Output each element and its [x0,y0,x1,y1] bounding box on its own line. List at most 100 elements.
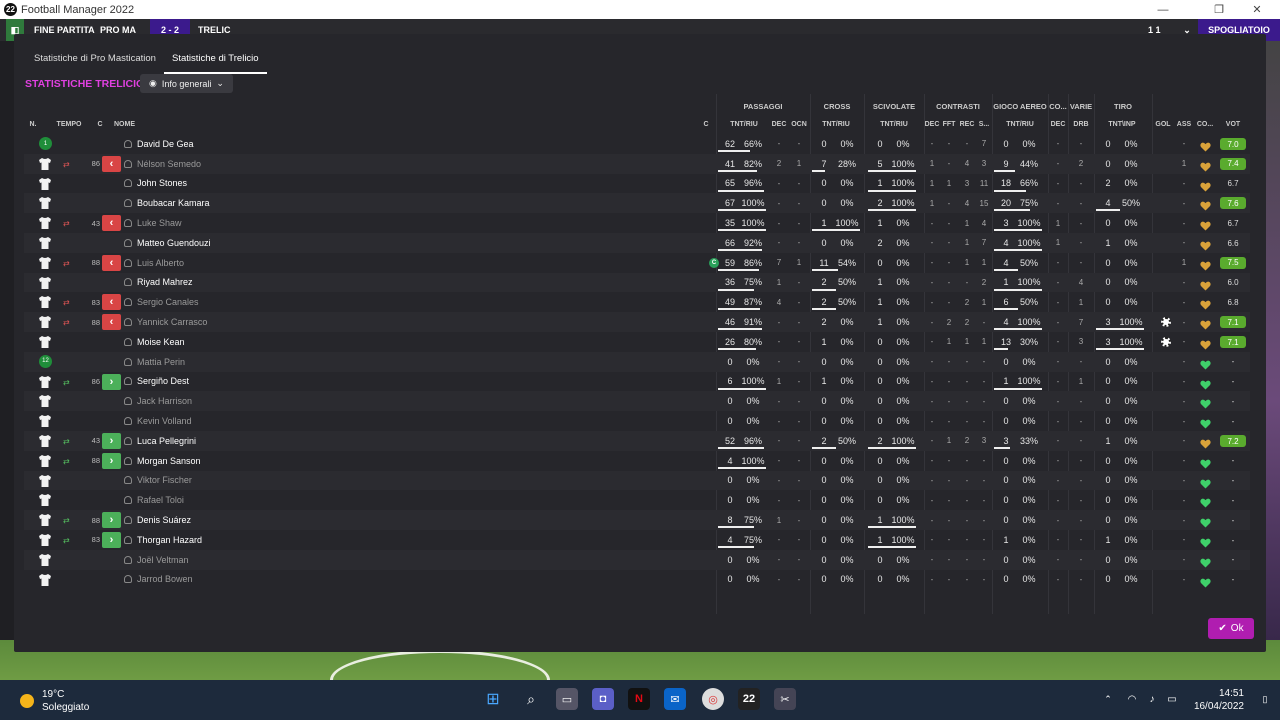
col-tiro-tnt[interactable]: TNT\INP [1102,121,1142,128]
col-ass[interactable]: ASS [1174,121,1194,128]
col-pass-dec[interactable]: DEC [770,121,788,128]
close-icon[interactable]: ✕ [1234,0,1280,19]
player-name[interactable]: Mattia Perin [124,352,185,372]
col-cross-tnt[interactable]: TNT/RIU [816,121,856,128]
teams-chat-icon[interactable]: ◘ [592,688,614,710]
player-name[interactable]: Matteo Guendouzi [124,233,211,253]
task-view-icon[interactable]: ▭ [556,688,578,710]
player-name[interactable]: Sergiño Dest [124,372,189,392]
contrasti-fft: 1 [946,337,952,347]
table-row[interactable]: ⇄ 88 ‹ Yannick Carrasco 46 91% - -2 0% 1 0% -2 2-4 10… [24,312,1250,332]
windows-start-icon[interactable]: ⊞ [482,688,504,710]
col-con-fft[interactable]: FFT [941,121,957,128]
col-con-dec[interactable]: DEC [924,121,940,128]
player-name[interactable]: Joël Veltman [124,550,189,570]
table-row[interactable]: Kevin Volland 0 0% - - 0 0% 0 0% - - - - 0 0% - - 0 0% - - [24,411,1250,431]
wifi-icon[interactable]: ◠ [1124,688,1140,710]
minutes-played: 88 [91,515,100,525]
col-aereo-tnt[interactable]: TNT/RIU [1000,121,1040,128]
table-row[interactable]: John Stones 65 96% - -0 0% 1 100% 1 1 3 11 18 66% - -2 0… [24,174,1250,194]
table-row[interactable]: Jarrod Bowen 0 0% - - 0 0% 0 0% - - - - 0 0% - - 0 0% - - [24,570,1250,590]
table-row[interactable]: 12 Mattia Perin 0 0% - - 0 0% 0 0% - - - - 0 0% - - 0 0% - - [24,351,1250,372]
col-con-s[interactable]: S... [976,121,992,128]
player-name[interactable]: Viktor Fischer [124,471,192,491]
chrome-icon[interactable]: ◎ [702,688,724,710]
player-name[interactable]: Jack Harrison [124,391,192,411]
player-name[interactable]: Moise Kean [124,332,185,352]
stat-attempts: 0 [727,396,733,407]
table-row[interactable]: Joël Veltman 0 0% - - 0 0% 0 0% - - - - 0 0% - - 0 0% - - [24,549,1250,570]
player-name[interactable]: Riyad Mahrez [124,273,193,293]
table-row[interactable]: ⇄ 83 › Thorgan Hazard 4 75% - -0 0% 1 100% - - - -1 0% -… [24,530,1250,550]
search-icon[interactable]: ⌕ [520,688,542,710]
player-name[interactable]: Thorgan Hazard [124,530,202,550]
view-selector-button[interactable]: ◉ Info generali ⌄ [140,74,233,93]
col-sciv-tnt[interactable]: TNT/RIU [874,121,914,128]
player-name[interactable]: Luis Alberto [124,253,184,273]
table-row[interactable]: ⇄ 88 › Denis Suárez 8 75% 1-0 0% 1 100% - - - -0 0% - -0… [24,510,1250,530]
volume-icon[interactable]: ♪ [1144,688,1160,710]
table-row[interactable]: ⇄ 43 › Luca Pellegrini 52 96% - -2 50% 2 100% -1 2 3 3… [24,431,1250,451]
football-manager-icon[interactable]: 22 [738,688,760,710]
table-row[interactable]: Jack Harrison 0 0% - - 0 0% 0 0% - - - - 0 0% - - 0 0% - - [24,391,1250,412]
player-name[interactable]: Luca Pellegrini [124,431,196,451]
col-tempo[interactable]: TEMPO [54,121,84,128]
player-name[interactable]: Luke Shaw [124,213,182,233]
stat-percent: 0% [840,376,854,387]
player-name[interactable]: John Stones [124,174,187,194]
player-name[interactable]: Kevin Volland [124,411,192,431]
table-row[interactable]: ⇄ 86 › Sergiño Dest 6 100% 1-1 0% 0 0% - - - -1 100% -1… [24,372,1250,392]
weather-widget[interactable]: 19°C Soleggiato [20,688,89,714]
stat-percent: 0% [840,198,854,209]
table-row[interactable]: Boubacar Kamara 67 100% - -0 0% 2 100% 1-4 15 20 75… [24,193,1250,214]
table-row[interactable]: Riyad Mahrez 36 75% 1-2 50% 1 0% - - -2 1 100% -4 0 0%… [24,272,1250,293]
player-name[interactable]: Rafael Toloi [124,490,184,510]
table-row[interactable]: ⇄ 88 › Morgan Sanson 4 100% - -0 0% 0 0% - - - -0 0% - -0… [24,451,1250,471]
player-name[interactable]: Jarrod Bowen [124,570,193,590]
chevron-up-icon[interactable]: ⌃ [1100,688,1116,710]
stat-percent: 0% [1124,554,1138,565]
col-co-dec[interactable]: DEC [1048,121,1068,128]
table-row[interactable]: 1 David De Gea 62 66% - -0 0% 0 0% - - -7 0 0% - -0 0% -7… [24,134,1250,154]
player-name[interactable]: Boubacar Kamara [124,193,210,213]
table-row[interactable]: ⇄ 83 ‹ Sergio Canales 49 87% 4-2 50% 1 0% - -2 1 6 50%… [24,292,1250,312]
col-co[interactable]: CO... [1194,121,1216,128]
battery-icon[interactable]: ▭ [1164,688,1180,710]
mail-icon[interactable]: ✉ [664,688,686,710]
player-name[interactable]: Nélson Semedo [124,154,201,174]
table-row[interactable]: Moise Kean 26 80% - -1 0% 0 0% -1 1 1 13 30% -3 3 100% -… [24,332,1250,352]
col-n[interactable]: N. [26,121,40,128]
col-vot[interactable]: VOT [1220,121,1246,128]
ok-button[interactable]: ✔ Ok [1208,618,1254,639]
col-pass-ocn[interactable]: OCN [788,121,810,128]
table-row[interactable]: Viktor Fischer 0 0% - - 0 0% 0 0% - - - - 0 0% - - 0 0% - - [24,470,1250,491]
snipping-tool-icon[interactable]: ✂ [774,688,796,710]
col-nome[interactable]: NOME [114,121,144,128]
contrasti-fft: - [947,535,951,545]
col-c2[interactable]: C [700,121,712,128]
player-name[interactable]: Morgan Sanson [124,451,201,471]
table-row[interactable]: ⇄ 88 ‹ Luis Alberto C 59 86% 7 1 11 54% 0 0% - -1 1 4 50%… [24,253,1250,273]
table-row[interactable]: Rafael Toloi 0 0% - - 0 0% 0 0% - - - - 0 0% - - 0 0% - - [24,490,1250,510]
tab-trelicio[interactable]: Statistiche di Trelicio [163,48,267,74]
col-gol[interactable]: GOL [1152,121,1174,128]
tab-pro-mastication[interactable]: Statistiche di Pro Mastication [26,48,164,74]
pass-bar [718,348,757,350]
player-name[interactable]: Sergio Canales [124,292,199,312]
col-varie-drb[interactable]: DRB [1068,121,1094,128]
stat-attempts: 1 [877,277,883,288]
table-row[interactable]: Matteo Guendouzi 66 92% - -0 0% 2 0% - -1 7 4 100% 1-… [24,233,1250,253]
player-name[interactable]: Yannick Carrasco [124,312,207,332]
table-row[interactable]: ⇄ 43 ‹ Luke Shaw 35 100% - -1 100% 1 0% - -1 4 3 100% 1-… [24,213,1250,233]
col-c[interactable]: C [94,121,106,128]
col-pass-tnt[interactable]: TNT/RIU [724,121,764,128]
netflix-icon[interactable]: N [628,688,650,710]
player-name[interactable]: Denis Suárez [124,510,191,530]
player-name[interactable]: David De Gea [124,134,194,154]
notification-icon[interactable]: ▯ [1258,688,1272,710]
minimize-icon[interactable]: — [1140,0,1186,19]
col-con-rec[interactable]: REC [958,121,976,128]
table-row[interactable]: ⇄ 86 ‹ Nélson Semedo 41 82% 2 1 7 28% 5 100% 1-4 3 9 44… [24,153,1250,174]
system-clock[interactable]: 14:51 16/04/2022 [1194,687,1244,713]
stat-attempts: 1 [877,317,883,328]
